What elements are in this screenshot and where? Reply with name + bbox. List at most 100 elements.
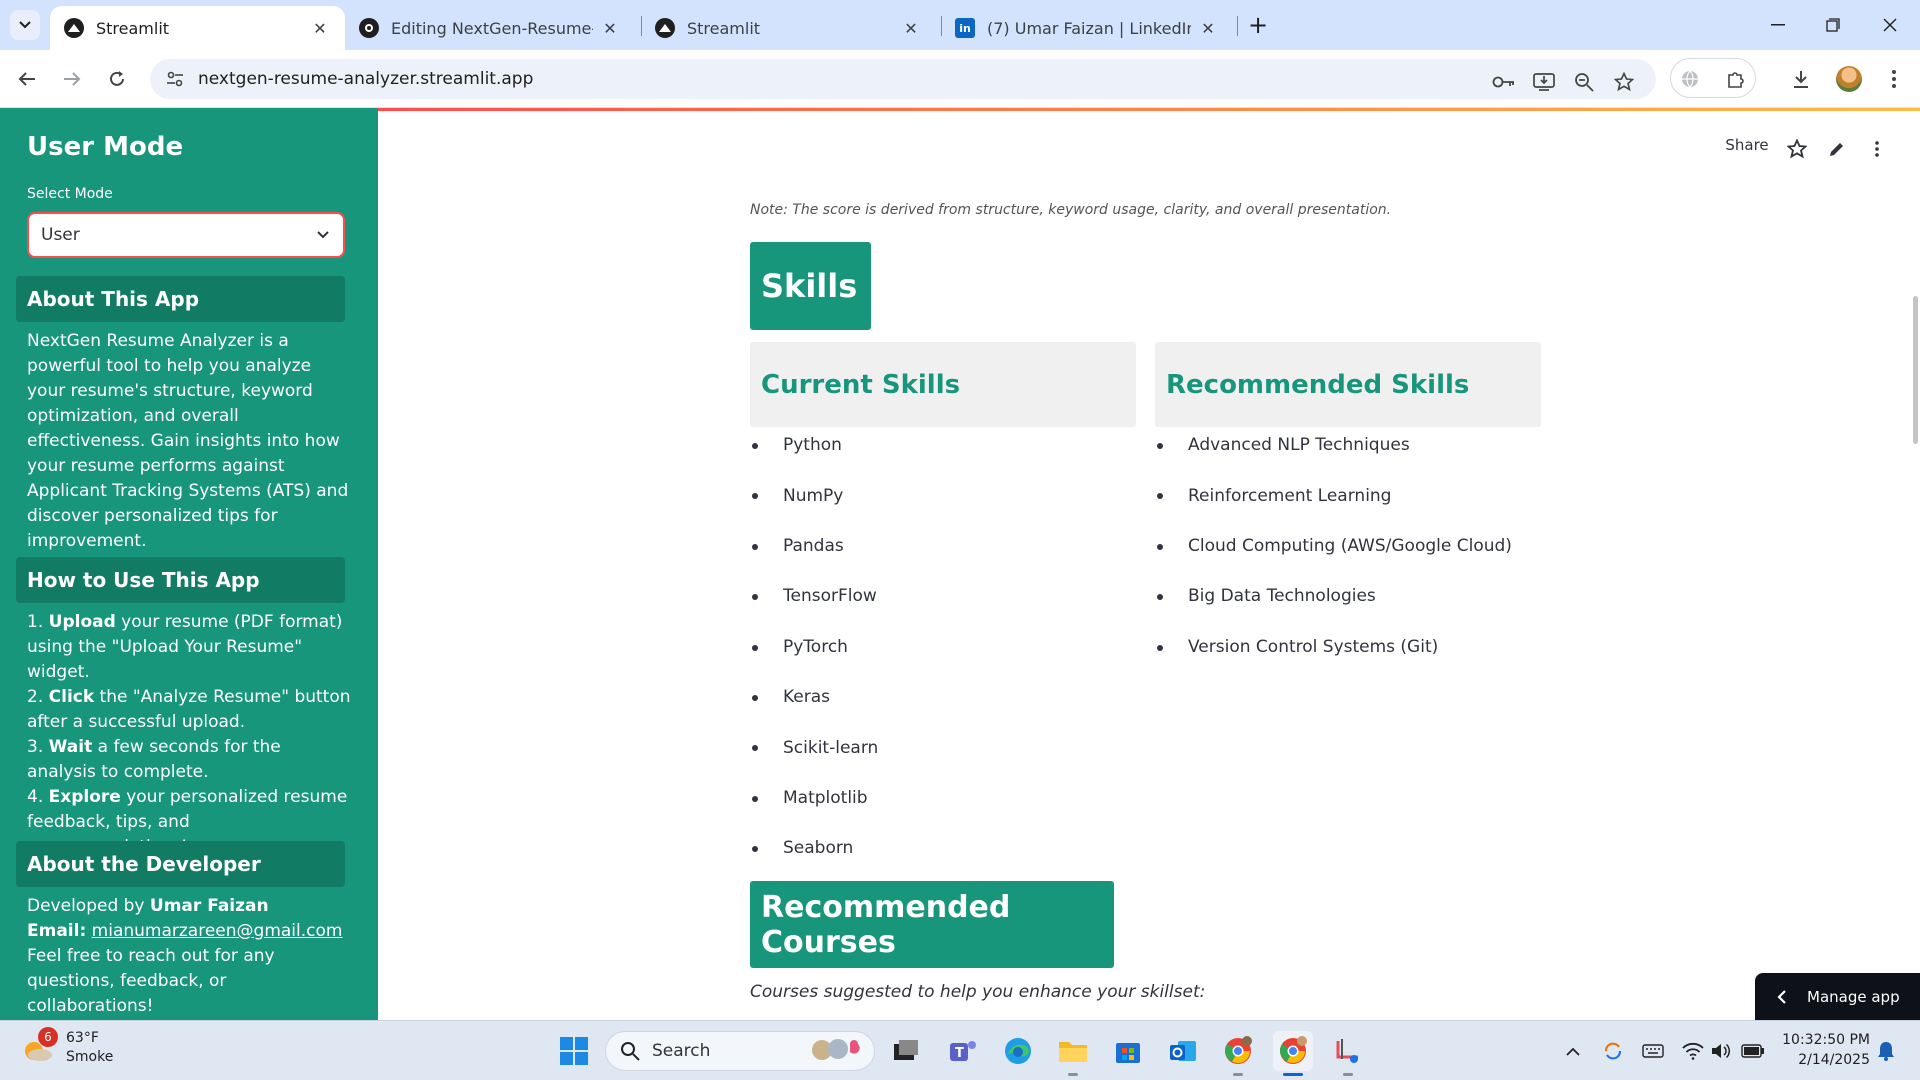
list-item: Big Data Technologies bbox=[1155, 571, 1575, 621]
list-item: Advanced NLP Techniques bbox=[1155, 420, 1575, 470]
sidebar-title: User Mode bbox=[27, 132, 184, 162]
minimize-button[interactable] bbox=[1758, 8, 1798, 42]
edit-pencil-icon[interactable] bbox=[1824, 136, 1850, 162]
volume-icon[interactable] bbox=[1708, 1039, 1734, 1063]
current-skills-list: Python NumPy Pandas TensorFlow PyTorch K… bbox=[750, 420, 1130, 874]
list-item: NumPy bbox=[750, 470, 1130, 520]
password-key-icon[interactable] bbox=[1490, 68, 1518, 96]
wifi-icon[interactable] bbox=[1680, 1039, 1706, 1063]
restore-icon bbox=[1826, 18, 1840, 32]
chevron-down-icon bbox=[315, 227, 331, 243]
restore-button[interactable] bbox=[1813, 8, 1853, 42]
how-to-use-steps: 1. Upload your resume (PDF format) using… bbox=[27, 610, 353, 860]
manage-app-label: Manage app bbox=[1807, 987, 1900, 1006]
list-item: Scikit-learn bbox=[750, 722, 1130, 772]
close-tab-icon[interactable]: ✕ bbox=[1197, 17, 1219, 39]
about-developer-heading: About the Developer bbox=[16, 841, 345, 887]
vpn-globe-icon[interactable] bbox=[1674, 63, 1706, 95]
developer-email-line: Email: mianumarzareen@gmail.com bbox=[27, 921, 343, 941]
developer-email-link[interactable]: mianumarzareen@gmail.com bbox=[92, 921, 343, 941]
profile-avatar[interactable] bbox=[1836, 66, 1862, 92]
reload-icon bbox=[110, 71, 124, 86]
reload-button[interactable] bbox=[100, 62, 134, 96]
favorite-star-icon[interactable] bbox=[1784, 136, 1810, 162]
chrome-profile-icon[interactable] bbox=[1218, 1031, 1258, 1076]
clock-date: 2/14/2025 bbox=[1798, 1052, 1870, 1068]
taskbar-search[interactable]: Search bbox=[605, 1031, 875, 1071]
address-bar[interactable]: nextgen-resume-analyzer.streamlit.app bbox=[150, 59, 1656, 99]
step-1: 1. Upload your resume (PDF format) using… bbox=[27, 612, 343, 682]
search-highlight-icon bbox=[808, 1036, 864, 1067]
forward-button[interactable] bbox=[55, 62, 89, 96]
recommended-skills-list: Advanced NLP Techniques Reinforcement Le… bbox=[1155, 420, 1575, 672]
url-text: nextgen-resume-analyzer.streamlit.app bbox=[198, 69, 534, 89]
edge-icon[interactable] bbox=[998, 1031, 1038, 1071]
list-item: Python bbox=[750, 420, 1130, 470]
tab-linkedin[interactable]: in (7) Umar Faizan | LinkedIn ✕ bbox=[941, 6, 1233, 50]
step-2: 2. Click the "Analyze Resume" button aft… bbox=[27, 687, 351, 732]
chrome-menu-icon[interactable] bbox=[1878, 63, 1910, 95]
browser-toolbar: nextgen-resume-analyzer.streamlit.app bbox=[0, 50, 1920, 108]
linkedin-favicon-icon: in bbox=[955, 18, 975, 38]
weather-temperature: 63°F bbox=[66, 1030, 99, 1046]
back-button[interactable] bbox=[10, 62, 44, 96]
taskbar: 6 63°F Smoke Search T 10:32:50 PM 2/14/2… bbox=[0, 1020, 1920, 1080]
tab-github[interactable]: Editing NextGen-Resume-Analy ✕ bbox=[345, 6, 635, 50]
close-tab-icon[interactable]: ✕ bbox=[309, 17, 331, 39]
developer-name-line: Developed by Umar Faizan bbox=[27, 896, 269, 916]
battery-icon[interactable] bbox=[1740, 1039, 1766, 1063]
sidebar: User Mode Select Mode User About This Ap… bbox=[0, 108, 378, 1020]
new-tab-button[interactable]: + bbox=[1244, 11, 1272, 39]
chevron-up-icon[interactable] bbox=[1560, 1039, 1586, 1063]
extensions-puzzle-icon[interactable] bbox=[1720, 63, 1752, 95]
sync-icon[interactable] bbox=[1600, 1039, 1626, 1063]
manage-app-button[interactable]: Manage app bbox=[1755, 973, 1920, 1020]
install-app-icon[interactable] bbox=[1530, 68, 1558, 96]
page-scrollbar[interactable] bbox=[1913, 296, 1918, 444]
close-tab-icon[interactable]: ✕ bbox=[900, 17, 922, 39]
github-favicon-icon bbox=[359, 18, 379, 38]
zoom-icon[interactable] bbox=[1570, 68, 1598, 96]
notification-bell-icon[interactable] bbox=[1873, 1039, 1899, 1063]
app-menu-icon[interactable] bbox=[1864, 136, 1890, 162]
courses-note: Courses suggested to help you enhance yo… bbox=[750, 982, 1206, 1002]
site-settings-icon[interactable] bbox=[164, 68, 186, 90]
about-app-text: NextGen Resume Analyzer is a powerful to… bbox=[27, 331, 349, 551]
weather-widget[interactable]: 6 63°F Smoke bbox=[20, 1027, 113, 1067]
tab-streamlit-active[interactable]: Streamlit ✕ bbox=[50, 6, 345, 50]
developer-info: Developed by Umar Faizan Email: mianumar… bbox=[27, 894, 353, 1019]
system-clock[interactable]: 10:32:50 PM 2/14/2025 bbox=[1780, 1030, 1870, 1070]
close-window-button[interactable] bbox=[1870, 8, 1910, 42]
tab-streamlit-2[interactable]: Streamlit ✕ bbox=[641, 6, 936, 50]
minimize-icon bbox=[1771, 24, 1785, 26]
search-icon bbox=[621, 1042, 640, 1061]
tab-search-button[interactable] bbox=[10, 10, 40, 40]
task-view-icon[interactable] bbox=[886, 1031, 926, 1071]
teams-icon[interactable]: T bbox=[943, 1031, 983, 1071]
snipping-tool-icon[interactable] bbox=[1328, 1031, 1368, 1076]
chevron-down-icon bbox=[19, 21, 31, 29]
current-skills-heading: Current Skills bbox=[750, 342, 1136, 427]
share-button[interactable]: Share bbox=[1722, 136, 1772, 154]
close-tab-icon[interactable]: ✕ bbox=[599, 17, 621, 39]
bookmark-star-icon[interactable] bbox=[1610, 68, 1638, 96]
tab-title: Editing NextGen-Resume-Analy bbox=[391, 18, 593, 38]
forward-arrow-icon bbox=[64, 72, 81, 86]
keyboard-icon[interactable] bbox=[1640, 1039, 1666, 1063]
streamlit-favicon-icon bbox=[64, 18, 84, 38]
tab-title: (7) Umar Faizan | LinkedIn bbox=[987, 18, 1191, 38]
recommended-courses-heading: Recommended Courses bbox=[750, 881, 1114, 968]
clock-time: 10:32:50 PM bbox=[1782, 1032, 1870, 1048]
weather-alert-badge: 6 bbox=[38, 1027, 58, 1047]
chrome-icon[interactable] bbox=[1273, 1031, 1313, 1076]
windows-start-icon[interactable] bbox=[554, 1031, 594, 1071]
microsoft-store-icon[interactable] bbox=[1108, 1031, 1148, 1071]
file-explorer-icon[interactable] bbox=[1053, 1031, 1093, 1076]
list-item: Matplotlib bbox=[750, 773, 1130, 823]
about-app-heading: About This App bbox=[16, 276, 345, 322]
downloads-icon[interactable] bbox=[1785, 63, 1817, 95]
outlook-icon[interactable] bbox=[1163, 1031, 1203, 1071]
list-item: Seaborn bbox=[750, 823, 1130, 873]
tab-separator bbox=[1237, 16, 1238, 36]
mode-select[interactable]: User bbox=[27, 212, 345, 258]
